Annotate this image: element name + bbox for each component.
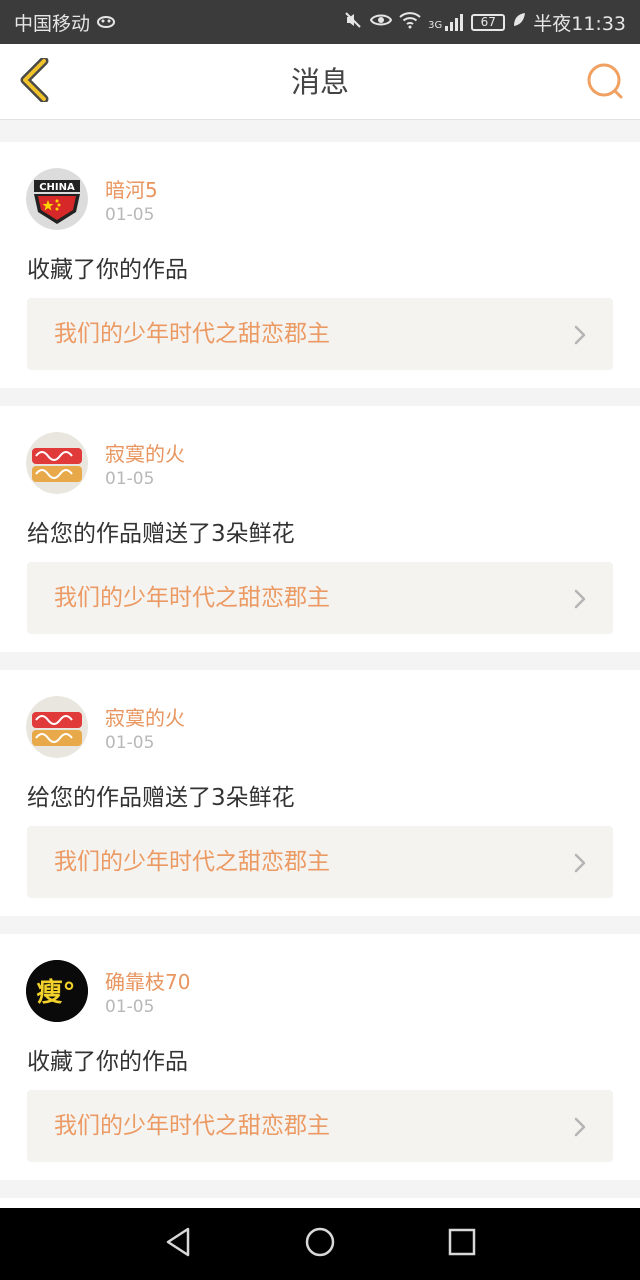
username[interactable]: 确靠枝70 (105, 966, 190, 995)
message-date: 01-05 (105, 469, 155, 489)
nav-back-icon (164, 1226, 192, 1262)
nav-home-icon (304, 1226, 336, 1262)
avatar-text: CHINA (39, 182, 75, 193)
message-card: 寂寞的火 01-05 给您的作品赠送了3朵鲜花 我们的少年时代之甜恋郡主 (0, 670, 640, 916)
work-title: 我们的少年时代之甜恋郡主 (54, 1113, 330, 1139)
battery-level: 67 (480, 15, 496, 29)
leaf-icon (512, 11, 526, 33)
chevron-right-icon (573, 852, 587, 878)
username[interactable]: 寂寞的火 (105, 438, 185, 467)
decorative-avatar[interactable] (26, 696, 88, 758)
china-flag-avatar[interactable]: CHINA (26, 168, 88, 230)
page-title: 消息 (290, 65, 349, 99)
message-list[interactable]: CHINA 暗河5 01-05 收藏了你的作品 我们的少年时代之甜恋郡主 寂寞的… (0, 120, 640, 1208)
message-card-partial (0, 1198, 640, 1208)
work-link[interactable]: 我们的少年时代之甜恋郡主 (27, 562, 613, 634)
signal-icon: 3G (428, 13, 464, 31)
message-action: 收藏了你的作品 (27, 257, 188, 283)
work-link[interactable]: 我们的少年时代之甜恋郡主 (27, 298, 613, 370)
avatar-text: 瘦° (36, 977, 75, 1008)
message-action: 给您的作品赠送了3朵鲜花 (27, 521, 295, 547)
chevron-right-icon (573, 588, 587, 614)
message-date: 01-05 (105, 997, 155, 1017)
message-date: 01-05 (105, 733, 155, 753)
status-bar: 中国移动 3G 67 半夜11:33 (0, 0, 640, 44)
clock: 半夜11:33 (533, 12, 626, 35)
chevron-right-icon (573, 324, 587, 350)
wifi-icon (399, 11, 421, 34)
network-type: 3G (428, 20, 443, 31)
system-nav-bar (0, 1208, 640, 1280)
work-link[interactable]: 我们的少年时代之甜恋郡主 (27, 1090, 613, 1162)
app-header: 消息 (0, 44, 640, 120)
chevron-left-icon (18, 56, 50, 106)
nav-home-button[interactable] (302, 1226, 338, 1262)
battery-icon: 67 (471, 13, 506, 31)
carrier-label: 中国移动 (14, 12, 91, 35)
message-card: 寂寞的火 01-05 给您的作品赠送了3朵鲜花 我们的少年时代之甜恋郡主 (0, 406, 640, 652)
message-card: 瘦° 确靠枝70 01-05 收藏了你的作品 我们的少年时代之甜恋郡主 (0, 934, 640, 1180)
search-button[interactable] (584, 62, 626, 104)
nav-recents-icon (447, 1227, 477, 1261)
message-action: 收藏了你的作品 (27, 1049, 188, 1075)
work-title: 我们的少年时代之甜恋郡主 (54, 321, 330, 347)
chevron-right-icon (573, 1116, 587, 1142)
eye-icon (369, 11, 393, 33)
back-button[interactable] (14, 56, 54, 106)
username[interactable]: 寂寞的火 (105, 702, 185, 731)
text-avatar[interactable]: 瘦° (26, 960, 88, 1022)
work-title: 我们的少年时代之甜恋郡主 (54, 849, 330, 875)
message-action: 给您的作品赠送了3朵鲜花 (27, 785, 295, 811)
decorative-avatar[interactable] (26, 432, 88, 494)
nav-recents-button[interactable] (444, 1226, 480, 1262)
search-icon (586, 62, 624, 104)
nav-back-button[interactable] (160, 1226, 196, 1262)
work-link[interactable]: 我们的少年时代之甜恋郡主 (27, 826, 613, 898)
notification-icon (96, 11, 116, 33)
username[interactable]: 暗河5 (105, 174, 158, 203)
mute-icon (343, 10, 363, 35)
message-date: 01-05 (105, 205, 155, 225)
work-title: 我们的少年时代之甜恋郡主 (54, 585, 330, 611)
message-card: CHINA 暗河5 01-05 收藏了你的作品 我们的少年时代之甜恋郡主 (0, 142, 640, 388)
